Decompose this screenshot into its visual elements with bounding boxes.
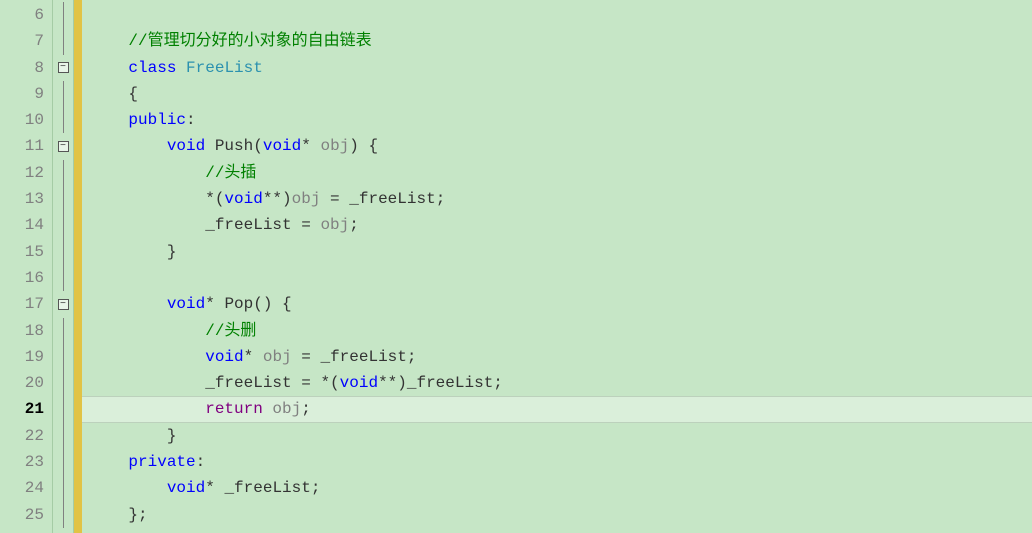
code-line[interactable]: }; [82, 502, 1032, 528]
line-number: 24 [0, 475, 44, 501]
code-line[interactable]: void* Pop() { [82, 291, 1032, 317]
line-number: 12 [0, 160, 44, 186]
code-line[interactable]: private: [82, 449, 1032, 475]
code-line[interactable]: void* _freeList; [82, 475, 1032, 501]
line-number: 13 [0, 186, 44, 212]
code-line[interactable] [82, 2, 1032, 28]
code-line[interactable]: void* obj = _freeList; [82, 344, 1032, 370]
fold-toggle-icon[interactable]: − [58, 299, 69, 310]
line-number: 23 [0, 449, 44, 475]
code-line[interactable]: *(void**)obj = _freeList; [82, 186, 1032, 212]
code-area[interactable]: //管理切分好的小对象的自由链表 class FreeList { public… [82, 0, 1032, 533]
line-number: 8 [0, 55, 44, 81]
code-line[interactable]: public: [82, 107, 1032, 133]
code-line[interactable]: } [82, 239, 1032, 265]
line-number: 22 [0, 423, 44, 449]
line-number: 9 [0, 81, 44, 107]
line-number: 19 [0, 344, 44, 370]
line-number: 14 [0, 212, 44, 238]
code-line[interactable]: _freeList = *(void**)_freeList; [82, 370, 1032, 396]
code-line[interactable]: _freeList = obj; [82, 212, 1032, 238]
line-number: 6 [0, 2, 44, 28]
code-line[interactable]: //头插 [82, 160, 1032, 186]
line-number: 11 [0, 133, 44, 159]
code-line[interactable]: //头删 [82, 318, 1032, 344]
fold-toggle-icon[interactable]: − [58, 62, 69, 73]
line-number: 21 [0, 396, 44, 422]
code-line[interactable]: { [82, 81, 1032, 107]
code-line[interactable]: //管理切分好的小对象的自由链表 [82, 28, 1032, 54]
line-number: 17 [0, 291, 44, 317]
line-number: 10 [0, 107, 44, 133]
code-line[interactable]: return obj; [82, 396, 1032, 422]
code-editor: 6 7 8 9 10 11 12 13 14 15 16 17 18 19 20… [0, 0, 1032, 533]
line-number: 16 [0, 265, 44, 291]
line-number-gutter: 6 7 8 9 10 11 12 13 14 15 16 17 18 19 20… [0, 0, 52, 533]
line-number: 20 [0, 370, 44, 396]
line-number: 15 [0, 239, 44, 265]
fold-toggle-icon[interactable]: − [58, 141, 69, 152]
code-line[interactable]: class FreeList [82, 55, 1032, 81]
line-number: 25 [0, 502, 44, 528]
fold-column: − − − [52, 0, 74, 533]
change-margin [74, 0, 82, 533]
code-line[interactable]: void Push(void* obj) { [82, 133, 1032, 159]
code-line[interactable]: } [82, 423, 1032, 449]
line-number: 18 [0, 318, 44, 344]
code-line[interactable] [82, 265, 1032, 291]
line-number: 7 [0, 28, 44, 54]
